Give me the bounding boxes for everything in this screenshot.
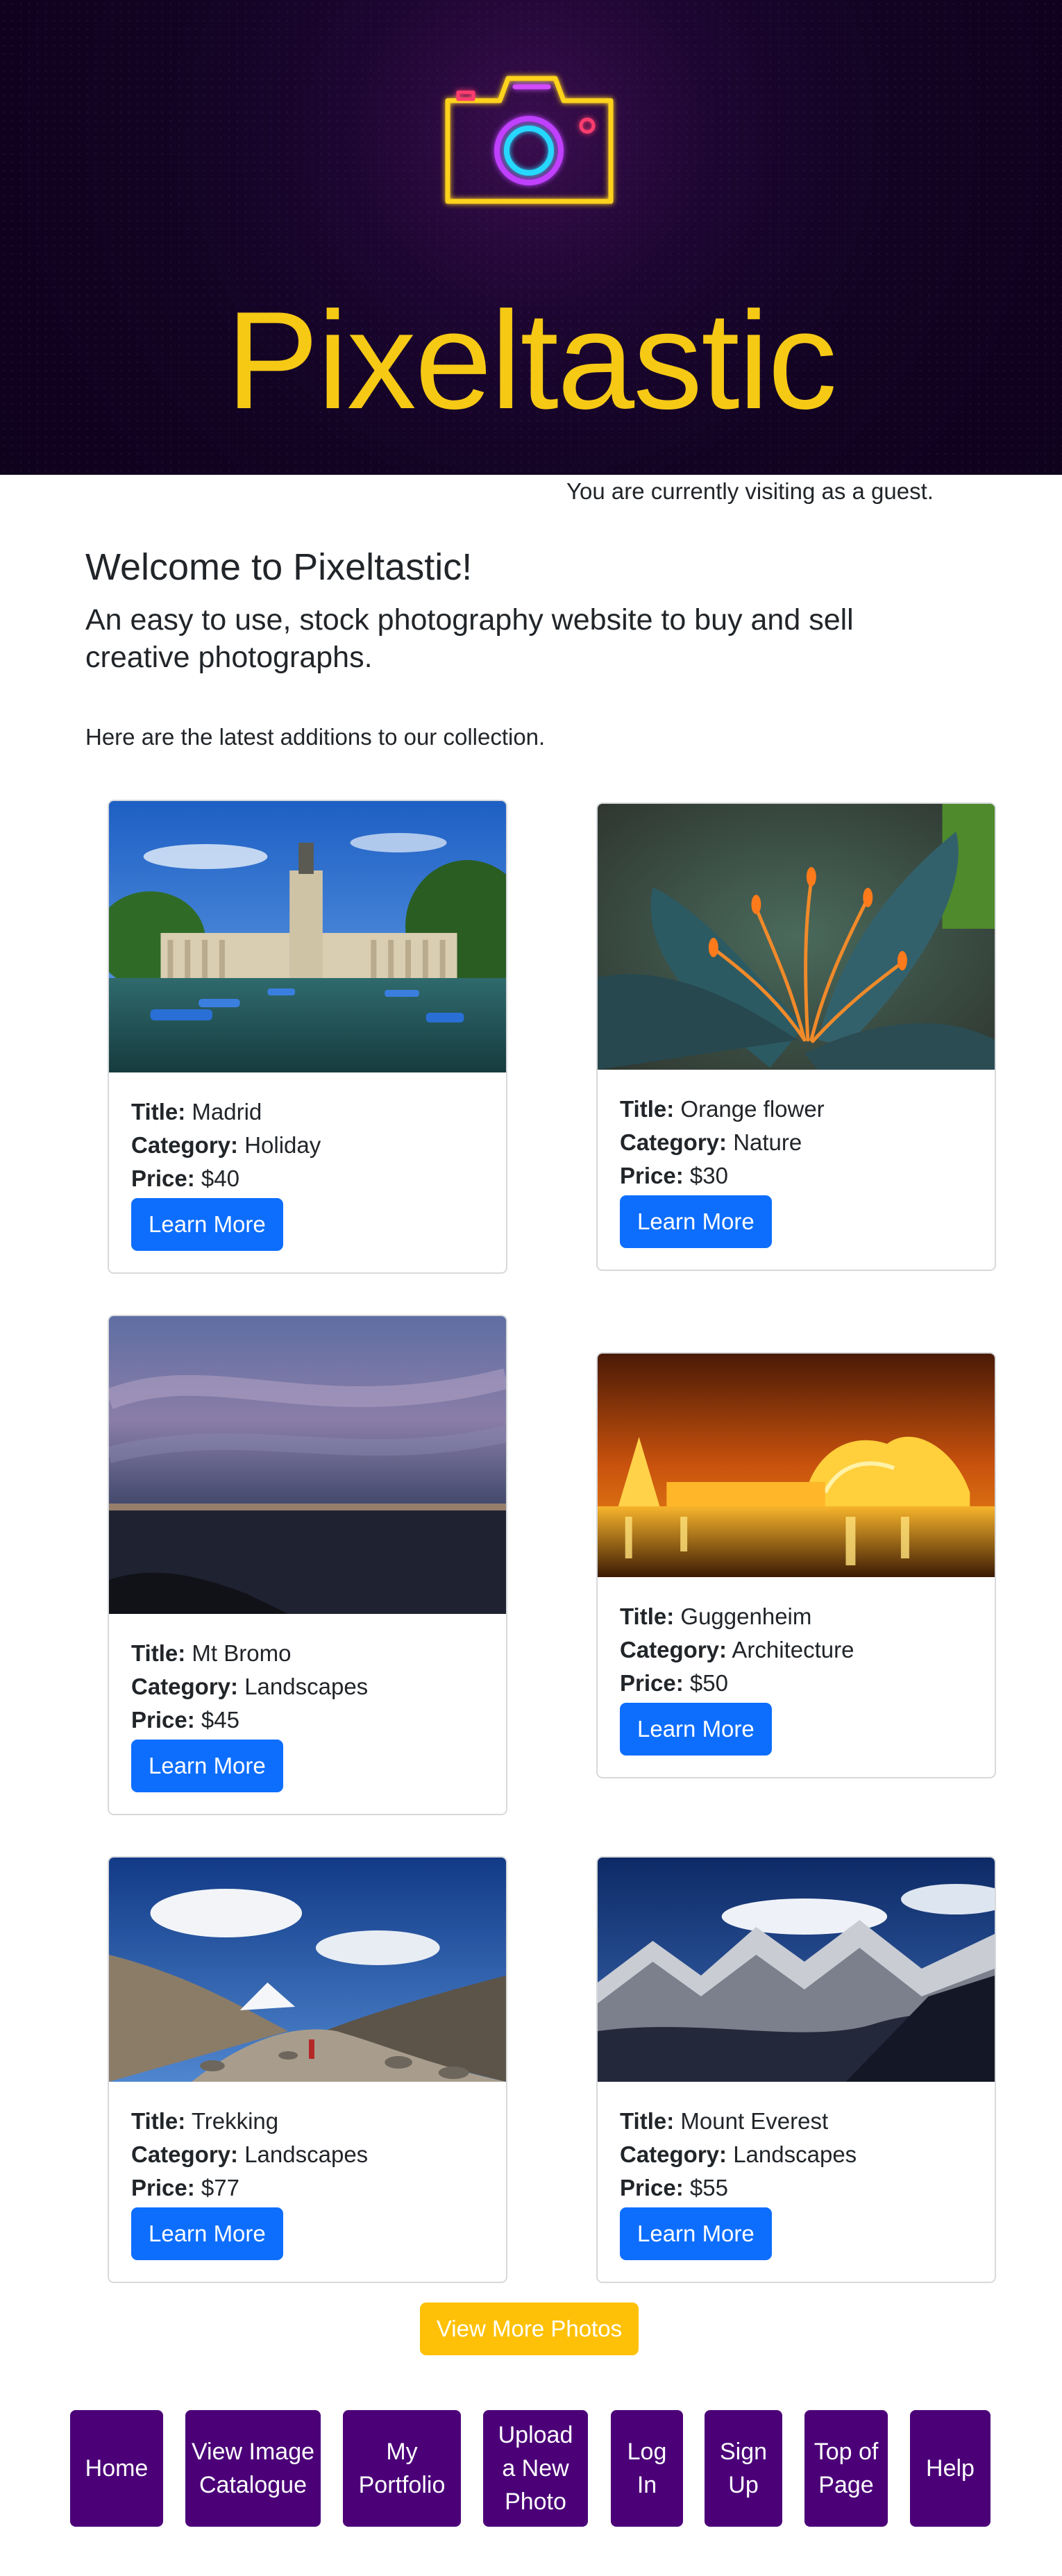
learn-more-button[interactable]: Learn More xyxy=(131,1740,283,1792)
card-category: Nature xyxy=(733,1129,802,1155)
learn-more-button[interactable]: Learn More xyxy=(620,1195,772,1248)
price-label: Price: xyxy=(620,1670,684,1696)
nav-sign-up-button[interactable]: Sign Up xyxy=(705,2410,782,2527)
nav-help-button[interactable]: Help xyxy=(910,2410,991,2527)
card-category: Landscapes xyxy=(244,1674,369,1699)
card-title: Orange flower xyxy=(680,1096,825,1122)
latest-additions-text: Here are the latest additions to our col… xyxy=(85,724,546,750)
guest-status-text: You are currently visiting as a guest. xyxy=(566,478,934,504)
title-label: Title: xyxy=(131,1099,186,1125)
photo-madrid xyxy=(109,801,506,1072)
category-label: Category: xyxy=(620,2141,727,2167)
tagline-heading: An easy to use, stock photography websit… xyxy=(85,603,854,674)
card-title: Mount Everest xyxy=(680,2108,829,2134)
learn-more-button[interactable]: Learn More xyxy=(131,1198,283,1251)
welcome-heading: Welcome to Pixeltastic! xyxy=(85,546,473,588)
nav-top-of-page-button[interactable]: Top of Page xyxy=(804,2410,888,2527)
title-label: Title: xyxy=(620,2108,675,2134)
learn-more-button[interactable]: Learn More xyxy=(620,2207,772,2260)
card-price: $45 xyxy=(201,1707,239,1733)
photo-card: Title: Mount Everest Category: Landscape… xyxy=(596,1856,996,2283)
nav-upload-photo-button[interactable]: Upload a New Photo xyxy=(483,2410,588,2527)
title-label: Title: xyxy=(131,1640,186,1666)
card-price: $40 xyxy=(201,1165,239,1191)
nav-view-catalogue-button[interactable]: View Image Catalogue xyxy=(185,2410,321,2527)
learn-more-button[interactable]: Learn More xyxy=(131,2207,283,2260)
card-price: $55 xyxy=(689,2175,728,2200)
card-title: Guggenheim xyxy=(680,1603,812,1629)
price-label: Price: xyxy=(620,2175,684,2200)
view-more-photos-button[interactable]: View More Photos xyxy=(420,2303,639,2355)
category-label: Category: xyxy=(131,2141,239,2167)
title-label: Title: xyxy=(620,1603,675,1629)
photo-card: Title: Guggenheim Category: Architecture… xyxy=(596,1352,996,1778)
card-price: $50 xyxy=(689,1670,728,1696)
price-label: Price: xyxy=(620,1163,684,1188)
category-label: Category: xyxy=(131,1674,239,1699)
photo-card: Title: Madrid Category: Holiday Price: $… xyxy=(108,800,507,1274)
card-price: $77 xyxy=(201,2175,239,2200)
price-label: Price: xyxy=(131,1165,195,1191)
nav-my-portfolio-button[interactable]: My Portfolio xyxy=(343,2410,461,2527)
card-category: Landscapes xyxy=(733,2141,857,2167)
category-label: Category: xyxy=(620,1637,727,1662)
photo-guggenheim xyxy=(598,1354,995,1577)
card-price: $30 xyxy=(689,1163,728,1188)
nav-log-in-button[interactable]: Log In xyxy=(611,2410,683,2527)
card-title: Madrid xyxy=(192,1099,262,1125)
photo-orange-flower xyxy=(598,804,995,1070)
photo-card: Title: Mt Bromo Category: Landscapes Pri… xyxy=(108,1315,507,1815)
photo-mount-everest xyxy=(598,1858,995,2082)
photo-mt-bromo xyxy=(109,1316,506,1614)
card-category: Architecture xyxy=(732,1637,854,1662)
category-label: Category: xyxy=(620,1129,727,1155)
site-title: Pixeltastic xyxy=(226,283,837,438)
photo-card: Title: Trekking Category: Landscapes Pri… xyxy=(108,1856,507,2283)
learn-more-button[interactable]: Learn More xyxy=(620,1703,772,1756)
card-category: Landscapes xyxy=(244,2141,369,2167)
hero-banner: Pixeltastic xyxy=(0,0,1062,475)
nav-home-button[interactable]: Home xyxy=(70,2410,163,2527)
photo-trekking xyxy=(109,1858,506,2082)
photo-card: Title: Orange flower Category: Nature Pr… xyxy=(596,802,996,1271)
category-label: Category: xyxy=(131,1132,239,1158)
card-category: Holiday xyxy=(244,1132,321,1158)
card-title: Mt Bromo xyxy=(192,1640,292,1666)
neon-camera-icon xyxy=(445,76,614,204)
card-title: Trekking xyxy=(191,2108,279,2134)
price-label: Price: xyxy=(131,1707,195,1733)
title-label: Title: xyxy=(131,2108,186,2134)
title-label: Title: xyxy=(620,1096,675,1122)
price-label: Price: xyxy=(131,2175,195,2200)
